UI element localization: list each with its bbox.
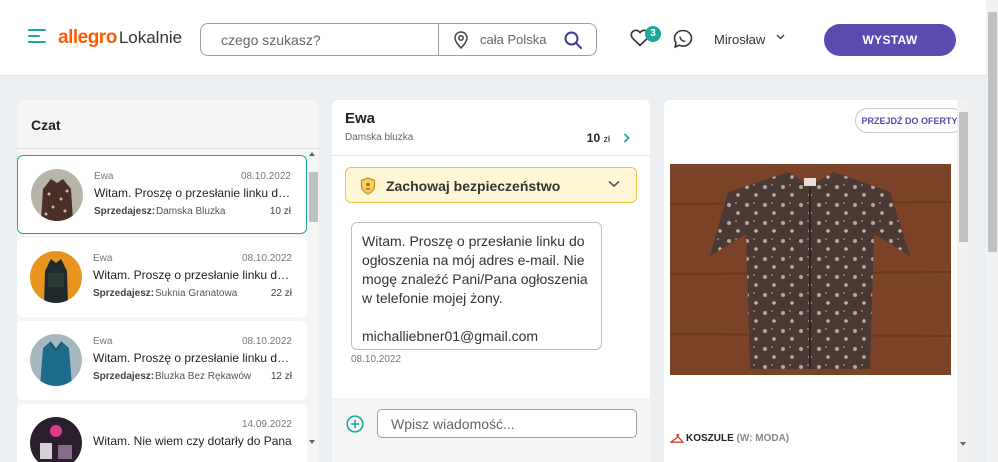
conversation-preview: Witam. Proszę o przesłanie linku do ogło… [93,268,293,282]
conversation-user: Ewa [93,336,113,347]
conversation-product-price: 10 zł [587,131,610,145]
chevron-down-icon[interactable] [776,34,785,40]
price-value: 10 [586,131,601,145]
conversation-item[interactable]: 14.09.2022 Witam. Nie wiem czy dotarły d… [17,404,307,462]
conversation-date: 08.10.2022 [240,171,291,182]
chat-list-panel: Czat Ewa 08.10.2022 Witam. Proszę o prze… [17,100,319,462]
conversation-date: 08.10.2022 [241,253,292,264]
scroll-thumb[interactable] [309,172,318,222]
message-text: Witam. Proszę o przesłanie linku do ogło… [362,233,588,306]
shield-icon [360,177,376,195]
product-thumbnail [30,251,82,303]
conversation-price: 10 zł [269,206,291,217]
publish-button[interactable]: WYSTAW [824,24,956,56]
divider [332,155,650,156]
conversation-product: Suknia Granatowa [155,288,238,299]
conversation-preview: Witam. Proszę o przesłanie linku do ogło… [94,186,294,200]
offer-panel-scrollbar[interactable] [957,100,969,462]
hanger-icon [670,433,684,443]
seller-label: Sprzedajesz: [94,206,156,217]
plus-circle-icon[interactable] [346,415,364,433]
scroll-down-arrow[interactable] [309,440,315,444]
conversation-preview: Witam. Proszę o przesłanie linku do ogło… [93,351,293,365]
window-scrollbar[interactable] [986,0,998,462]
search-divider [438,24,439,55]
chat-list-scrollbar[interactable] [308,150,318,462]
chat-list-title: Czat [31,117,61,133]
chevron-down-icon[interactable] [608,180,620,188]
product-thumbnail [30,417,82,462]
conversation-user: Ewa [94,171,114,182]
scroll-thumb[interactable] [959,112,968,242]
scroll-thumb[interactable] [988,12,997,252]
search-input[interactable] [201,24,438,55]
conversation-price: 12 zł [270,371,292,382]
product-thumbnail [30,334,82,386]
safety-notice-label: Zachowaj bezpieczeństwo [386,178,561,194]
seller-label: Sprzedajesz: [93,371,155,382]
conversation-item[interactable]: Ewa 08.10.2022 Witam. Proszę o przesłani… [17,155,307,234]
scroll-down-arrow[interactable] [960,442,966,446]
product-image[interactable] [670,164,951,375]
conversation-product: Bluzka Bez Rękawów [155,371,252,382]
chevron-right-icon[interactable] [623,133,630,143]
message-email: michalliebner01@gmail.com [362,328,539,344]
product-thumbnail [31,169,83,221]
message-date: 08.10.2022 [351,354,402,365]
conversation-product-title: Damska bluzka [345,132,414,143]
message-composer [332,398,650,462]
offer-category[interactable]: KOSZULE (W: MODA) [686,433,789,444]
seller-label: Sprzedajesz: [93,288,155,299]
category-sub: (W: MODA) [736,433,790,444]
hamburger-icon[interactable] [28,29,46,45]
chat-bubble-icon[interactable] [673,29,693,49]
logo-sub: Lokalnie [118,28,183,47]
conversation-panel: Ewa Damska bluzka 10 zł Zachowaj bezpiec… [332,100,650,462]
price-currency: zł [603,134,611,144]
category-main: KOSZULE [686,433,734,444]
conversation-user: Ewa [93,253,113,264]
offer-panel: PRZEJDŹ DO OFERTY KOSZULE (W: MODA) [664,100,969,462]
user-menu[interactable]: Mirosław [714,32,765,47]
conversation-preview: Witam. Nie wiem czy dotarły do Pana [93,434,292,448]
conversation-product: Damska Bluzka [156,206,226,217]
logo-brand: allegro [58,27,117,48]
divider [17,148,319,149]
conversation-date: 08.10.2022 [241,336,292,347]
message-bubble: Witam. Proszę o przesłanie linku do ogło… [351,222,602,350]
conversation-price: 22 zł [270,288,292,299]
conversation-list: Ewa 08.10.2022 Witam. Proszę o przesłani… [17,150,307,462]
safety-notice[interactable]: Zachowaj bezpieczeństwo [345,167,637,203]
message-input[interactable] [377,409,637,438]
scroll-up-arrow[interactable] [309,152,315,156]
top-header: allegroLokalnie cała Polska 3 Mirosław W… [0,0,998,76]
conversation-item[interactable]: Ewa 08.10.2022 Witam. Proszę o przesłani… [17,321,307,400]
logo[interactable]: allegro Lokalnie [58,27,182,49]
conversation-item[interactable]: Ewa 08.10.2022 Witam. Proszę o przesłani… [17,238,307,317]
favorites-count-badge: 3 [645,26,661,42]
search-icon[interactable] [563,30,583,50]
go-to-offer-button[interactable]: PRZEJDŹ DO OFERTY [855,108,964,133]
conversation-partner-name: Ewa [345,110,376,127]
location-select[interactable]: cała Polska [480,32,546,47]
search-bar: cała Polska [200,23,597,56]
location-pin-icon[interactable] [454,31,468,49]
conversation-date: 14.09.2022 [241,419,292,430]
